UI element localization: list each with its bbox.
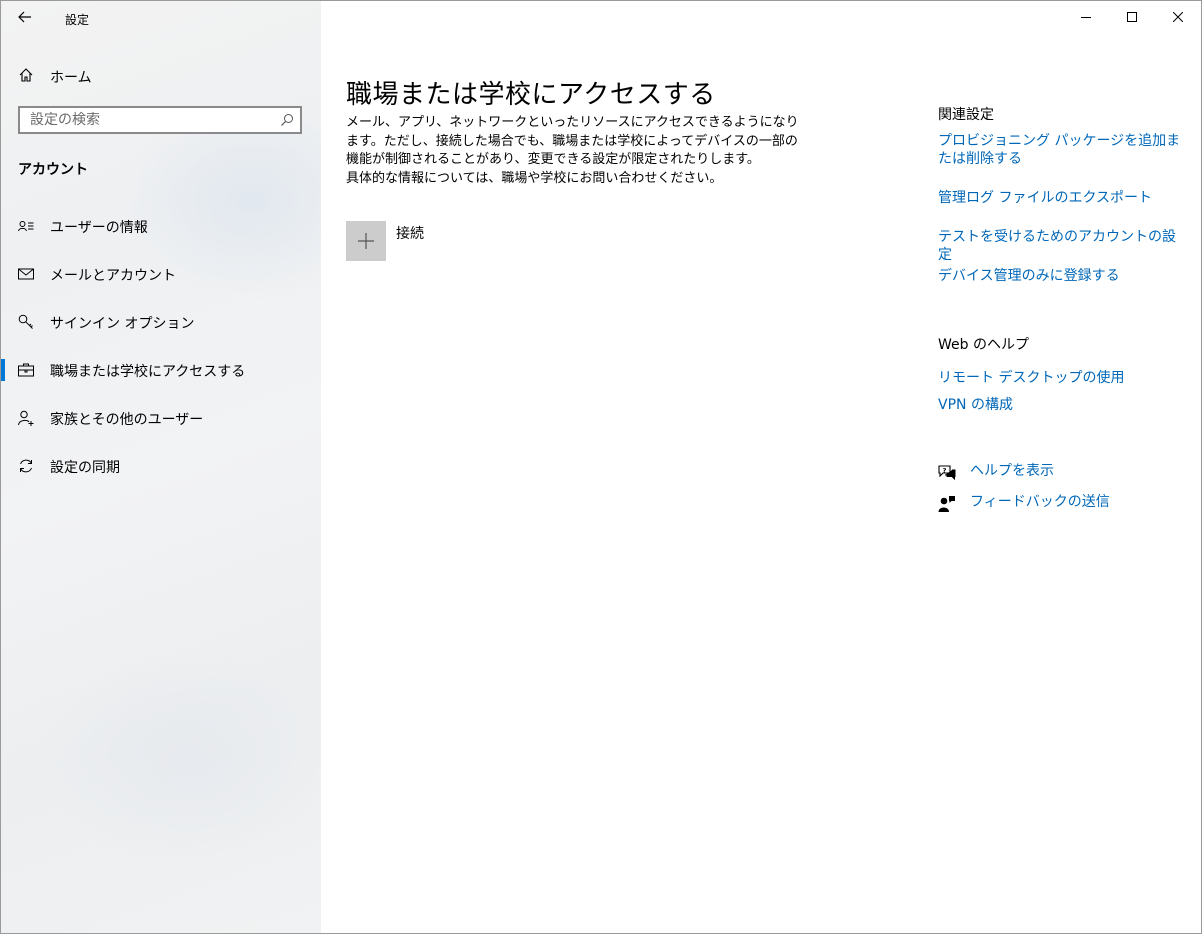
maximize-icon xyxy=(1127,12,1137,22)
home-icon xyxy=(19,68,33,82)
sidebar-item-sign-in[interactable]: サインイン オプション xyxy=(1,298,321,346)
help-chat-icon: ? xyxy=(938,465,956,481)
key-icon xyxy=(18,314,33,329)
sync-icon xyxy=(20,459,32,473)
link-export-management-log[interactable]: 管理ログ ファイルのエクスポート xyxy=(938,189,1183,207)
feedback-icon xyxy=(938,496,955,512)
section-title: アカウント xyxy=(18,162,88,178)
add-user-icon xyxy=(18,410,34,426)
sidebar-item-family[interactable]: 家族とその他のユーザー xyxy=(1,394,321,442)
link-send-feedback[interactable]: フィードバックの送信 xyxy=(970,493,1201,511)
app-title: 設定 xyxy=(65,13,90,27)
sidebar-item-label: メールとアカウント xyxy=(50,268,176,284)
get-help-row[interactable]: ? ヘルプを表示 xyxy=(938,462,1178,482)
sidebar-item-label: 設定の同期 xyxy=(50,460,120,476)
description-contact-text: 具体的な情報については、職場や学校にお問い合わせください。 xyxy=(346,170,723,186)
settings-window: 設定 ホーム アカウント ユーザーの情報 xyxy=(0,0,1202,934)
maximize-button[interactable] xyxy=(1109,1,1155,33)
search-icon[interactable] xyxy=(280,113,294,127)
close-button[interactable] xyxy=(1155,1,1201,33)
link-provisioning-package[interactable]: プロビジョニング パッケージを追加または削除する xyxy=(938,132,1183,168)
nav-home[interactable]: ホーム xyxy=(1,61,321,89)
user-info-icon xyxy=(18,221,34,232)
search-input[interactable] xyxy=(20,108,270,132)
link-enroll-device-management[interactable]: デバイス管理のみに登録する xyxy=(938,267,1183,285)
window-controls xyxy=(1063,1,1201,33)
link-test-taking-account[interactable]: テストを受けるためのアカウントの設定 xyxy=(938,228,1183,264)
sidebar-item-label: サインイン オプション xyxy=(50,316,195,332)
link-vpn-config[interactable]: VPN の構成 xyxy=(938,396,1183,414)
sidebar: 設定 ホーム アカウント ユーザーの情報 xyxy=(1,1,321,933)
close-icon xyxy=(1173,12,1183,22)
nav-home-label: ホーム xyxy=(50,70,92,86)
nav-list: ユーザーの情報 メールとアカウント サインイン オプション 職場または学校にアク… xyxy=(1,202,321,490)
search-box xyxy=(18,106,302,134)
main-content: 職場または学校にアクセスする メール、アプリ、ネットワークといったリソースにアク… xyxy=(321,1,1201,933)
connect-button[interactable]: 接続 xyxy=(346,221,424,261)
plus-icon xyxy=(346,221,386,261)
connect-label: 接続 xyxy=(396,226,424,242)
sidebar-item-work-school[interactable]: 職場または学校にアクセスする xyxy=(1,346,321,394)
back-arrow-icon xyxy=(18,11,31,23)
web-help-heading: Web のヘルプ xyxy=(938,337,1029,353)
sidebar-item-mail[interactable]: メールとアカウント xyxy=(1,250,321,298)
link-remote-desktop[interactable]: リモート デスクトップの使用 xyxy=(938,369,1183,387)
mail-icon xyxy=(18,268,34,280)
sidebar-item-label: 家族とその他のユーザー xyxy=(50,412,204,428)
back-button[interactable] xyxy=(11,5,39,29)
minimize-button[interactable] xyxy=(1063,1,1109,33)
minimize-icon xyxy=(1081,17,1091,18)
related-settings-heading: 関連設定 xyxy=(938,107,994,123)
title-bar-left: 設定 xyxy=(1,1,321,35)
link-get-help[interactable]: ヘルプを表示 xyxy=(970,462,1201,480)
sidebar-item-label: 職場または学校にアクセスする xyxy=(50,364,246,380)
svg-text:?: ? xyxy=(943,466,947,474)
sidebar-item-label: ユーザーの情報 xyxy=(50,220,148,236)
description-text: メール、アプリ、ネットワークといったリソースにアクセスできるようになります。ただ… xyxy=(346,115,799,167)
sidebar-item-user-info[interactable]: ユーザーの情報 xyxy=(1,202,321,250)
page-title: 職場または学校にアクセスする xyxy=(346,80,716,111)
sidebar-item-sync[interactable]: 設定の同期 xyxy=(1,442,321,490)
feedback-row[interactable]: フィードバックの送信 xyxy=(938,493,1178,513)
briefcase-icon xyxy=(18,363,34,377)
description: メール、アプリ、ネットワークといったリソースにアクセスできるようになります。ただ… xyxy=(346,114,806,188)
